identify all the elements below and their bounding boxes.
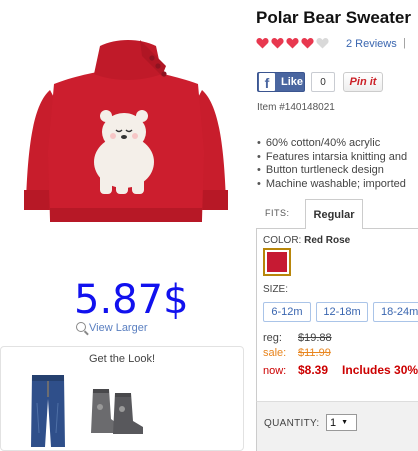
facebook-icon: f <box>259 73 275 91</box>
reviews-link[interactable]: 2 Reviews <box>346 38 397 50</box>
regular-price-row: reg: $19.88 <box>263 332 332 344</box>
regular-price-label: reg: <box>263 332 282 344</box>
tab-regular[interactable]: Regular <box>305 199 363 229</box>
facebook-like-button[interactable]: f Like <box>257 72 305 92</box>
heart-filled-icon <box>286 38 299 49</box>
size-label: SIZE: <box>263 284 289 295</box>
size-option-18-24m[interactable]: 18-24m <box>373 302 418 322</box>
color-row: COLOR: Red Rose <box>263 235 350 246</box>
feature-item: Button turtleneck design <box>257 164 407 178</box>
rating-hearts <box>256 37 329 49</box>
feature-item: 60% cotton/40% acrylic <box>257 137 407 151</box>
price-overlay: 5.87$ <box>74 277 189 323</box>
swatch-fill <box>267 252 287 272</box>
heart-filled-icon <box>301 38 314 49</box>
sale-price-value: $11.99 <box>298 347 331 359</box>
size-option-12-18m[interactable]: 12-18m <box>316 302 368 322</box>
heart-empty-icon <box>316 38 329 49</box>
view-larger-link[interactable]: View Larger <box>76 322 148 334</box>
get-the-look-panel: Get the Look! <box>0 346 244 451</box>
sale-price-label: sale: <box>263 347 287 359</box>
sale-price-row: sale: $11.99 <box>263 347 331 359</box>
now-price-row: now: $8.39 Includes 30% <box>263 363 418 377</box>
fits-label: FITS: <box>265 208 290 218</box>
feature-item: Machine washable; imported <box>257 178 407 192</box>
view-larger-label: View Larger <box>89 322 148 334</box>
boots-thumbnail[interactable] <box>89 385 145 440</box>
chevron-down-icon: ▼ <box>341 419 349 426</box>
get-the-look-title: Get the Look! <box>88 353 156 365</box>
color-label: COLOR: <box>263 235 302 246</box>
facebook-like-count: 0 <box>311 72 335 92</box>
regular-price-value: $19.88 <box>298 332 332 344</box>
feature-list: 60% cotton/40% acrylic Features intarsia… <box>257 137 407 191</box>
color-swatch-red-rose[interactable] <box>263 248 291 276</box>
heart-filled-icon <box>256 38 269 49</box>
jeans-thumbnail[interactable] <box>29 373 67 451</box>
pin-it-button[interactable]: Pin it <box>343 72 383 92</box>
color-value: Red Rose <box>304 235 351 246</box>
facebook-like-label: Like <box>281 76 304 88</box>
magnifier-icon <box>76 322 86 332</box>
feature-item: Features intarsia knitting and <box>257 151 407 165</box>
quantity-select[interactable]: 1 ▼ <box>326 414 357 431</box>
item-number: Item #140148021 <box>257 102 335 113</box>
quantity-value: 1 <box>330 416 337 429</box>
heart-filled-icon <box>271 38 284 49</box>
now-price-value: $8.39 <box>298 363 329 377</box>
size-option-6-12m[interactable]: 6-12m <box>263 302 311 322</box>
now-price-label: now: <box>263 365 287 377</box>
product-title: Polar Bear Sweater <box>256 8 411 27</box>
product-image[interactable] <box>20 32 232 232</box>
quantity-label: QUANTITY: <box>264 418 320 429</box>
reviews-separator: | <box>403 37 406 49</box>
discount-note: Includes 30% <box>342 363 418 377</box>
